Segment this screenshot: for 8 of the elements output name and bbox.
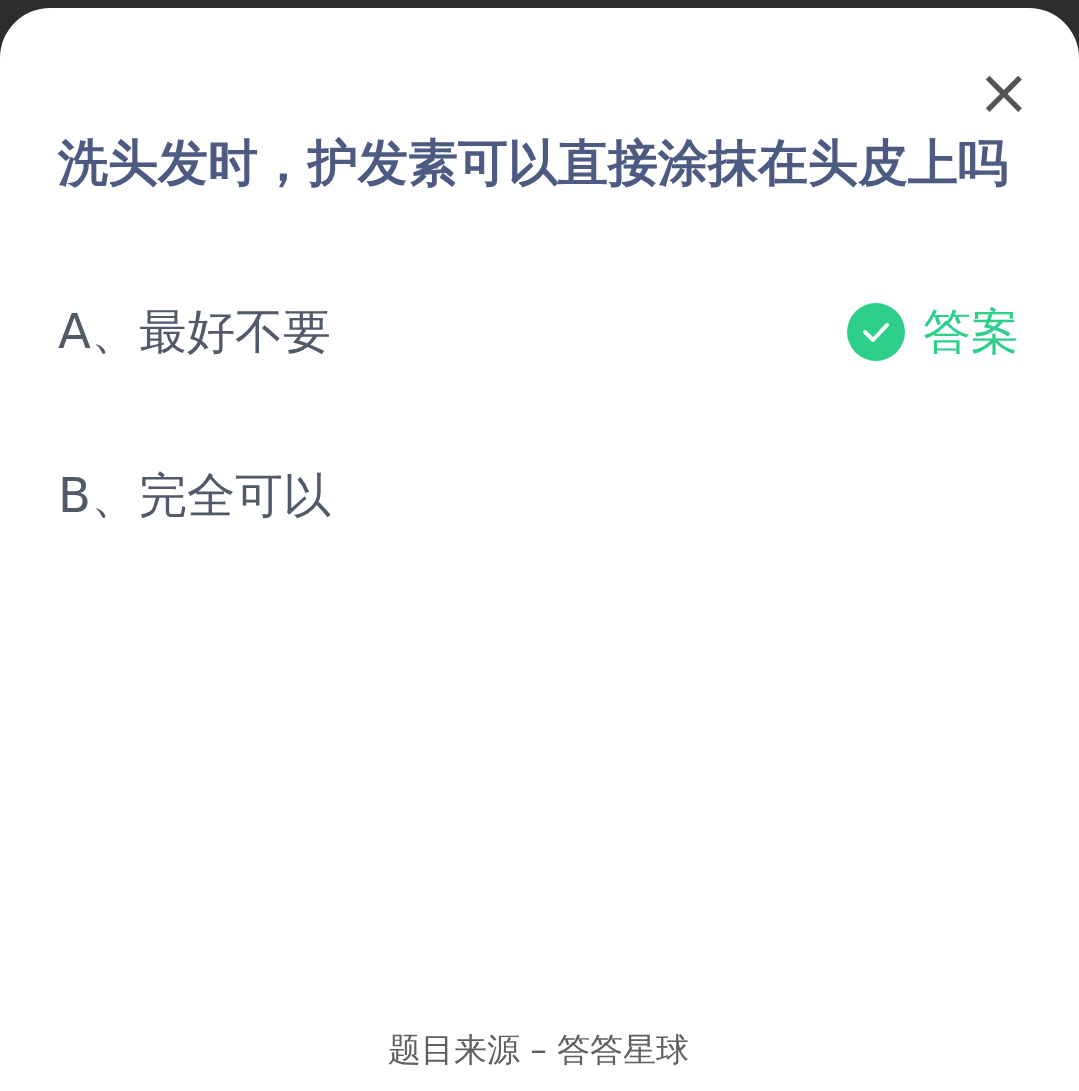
option-text: B、完全可以 [58,466,331,525]
answer-label: 答案 [923,302,1019,361]
option-text: A、最好不要 [58,302,331,361]
source-footer: 题目来源 – 答答星球 [58,1028,1019,1091]
option-row[interactable]: B、完全可以 [58,454,1019,538]
question-text: 洗头发时，护发素可以直接涂抹在头皮上吗 [58,133,1009,194]
close-button[interactable]: × [977,64,1027,120]
option-row[interactable]: A、最好不要 答案 [58,290,1019,374]
